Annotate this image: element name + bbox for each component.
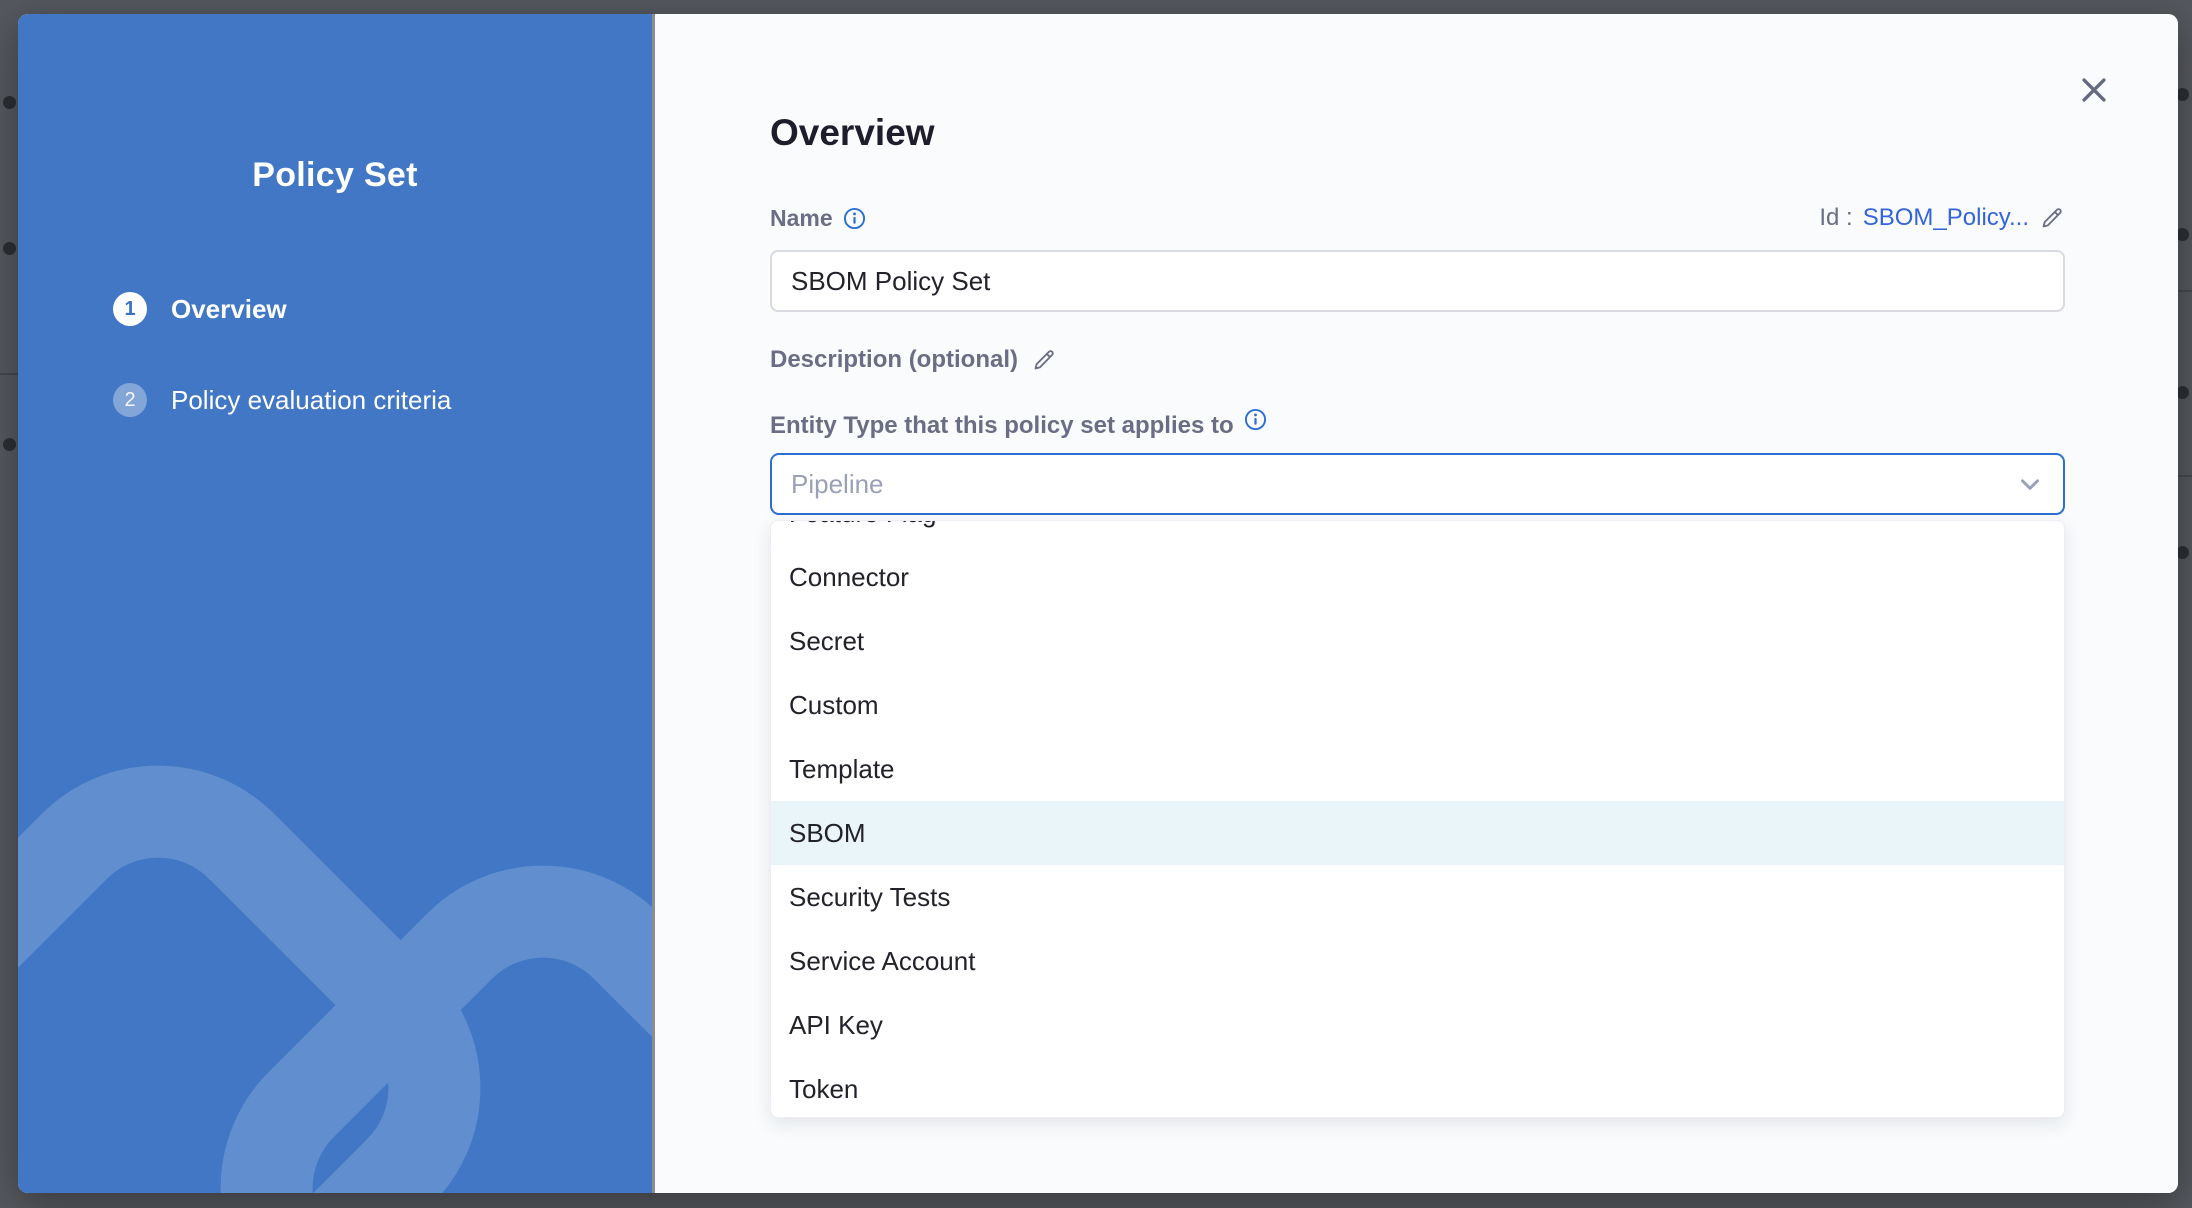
close-icon: [2077, 73, 2111, 107]
description-row: Description (optional): [770, 346, 1057, 374]
edit-description-pencil-icon[interactable]: [1031, 347, 1057, 373]
policy-set-modal: Policy Set 1 Overview 2 Policy evaluatio…: [18, 14, 2178, 1193]
name-input[interactable]: [770, 250, 2065, 312]
step-label: Overview: [171, 294, 287, 325]
step-label: Policy evaluation criteria: [171, 385, 451, 416]
select-placeholder: Pipeline: [791, 469, 884, 500]
step-policy-evaluation-criteria[interactable]: 2 Policy evaluation criteria: [113, 383, 451, 417]
wizard-sidebar: Policy Set 1 Overview 2 Policy evaluatio…: [18, 14, 655, 1193]
name-label-row: Name Id : SBOM_Policy...: [770, 204, 2065, 232]
dropdown-option-connector[interactable]: Connector: [771, 545, 2064, 609]
dropdown-option-sbom[interactable]: SBOM: [771, 801, 2064, 865]
background-divider: [0, 373, 18, 375]
chevron-down-icon: [2015, 469, 2045, 499]
entity-type-label: Entity Type that this policy set applies…: [770, 412, 1234, 440]
step-number-badge: 1: [113, 292, 147, 326]
screen: Policy Set 1 Overview 2 Policy evaluatio…: [0, 0, 2192, 1208]
dropdown-option-secret[interactable]: Secret: [771, 609, 2064, 673]
dropdown-option-template[interactable]: Template: [771, 737, 2064, 801]
wizard-title: Policy Set: [18, 156, 652, 195]
id-link[interactable]: SBOM_Policy...: [1863, 204, 2029, 232]
background-divider: [2178, 475, 2192, 477]
background-nav-dot: [3, 438, 16, 451]
panel-heading: Overview: [770, 114, 935, 152]
background-nav-dot: [3, 96, 16, 109]
entity-type-dropdown: Feature Flag ConnectorSecretCustomTempla…: [770, 520, 2065, 1118]
name-label-group: Name: [770, 205, 866, 232]
entity-id-group: Id : SBOM_Policy...: [1819, 204, 2065, 232]
entity-type-select[interactable]: Pipeline: [770, 453, 2065, 515]
step-overview[interactable]: 1 Overview: [113, 292, 451, 326]
close-button[interactable]: [2072, 68, 2116, 112]
dropdown-option-clipped[interactable]: Feature Flag: [771, 520, 2064, 545]
info-icon[interactable]: [843, 207, 866, 230]
id-prefix: Id :: [1819, 204, 1852, 232]
dropdown-option-custom[interactable]: Custom: [771, 673, 2064, 737]
description-label: Description (optional): [770, 346, 1018, 374]
info-icon[interactable]: [1244, 408, 1267, 431]
dropdown-option-security-tests[interactable]: Security Tests: [771, 865, 2064, 929]
harness-logo-watermark: [18, 753, 655, 1193]
step-number-badge: 2: [113, 383, 147, 417]
edit-id-pencil-icon[interactable]: [2039, 205, 2065, 231]
entity-type-label-row: Entity Type that this policy set applies…: [770, 412, 1267, 440]
dropdown-options: ConnectorSecretCustomTemplateSBOMSecurit…: [771, 545, 2064, 1118]
wizard-steps: 1 Overview 2 Policy evaluation criteria: [113, 292, 451, 417]
dropdown-option-service-account[interactable]: Service Account: [771, 929, 2064, 993]
background-divider: [2178, 290, 2192, 292]
background-nav-dot: [3, 242, 16, 255]
name-label: Name: [770, 205, 833, 232]
overview-panel: Overview Name Id : SBOM_Policy...: [655, 14, 2178, 1193]
dropdown-option-api-key[interactable]: API Key: [771, 993, 2064, 1057]
dropdown-option-token[interactable]: Token: [771, 1057, 2064, 1118]
